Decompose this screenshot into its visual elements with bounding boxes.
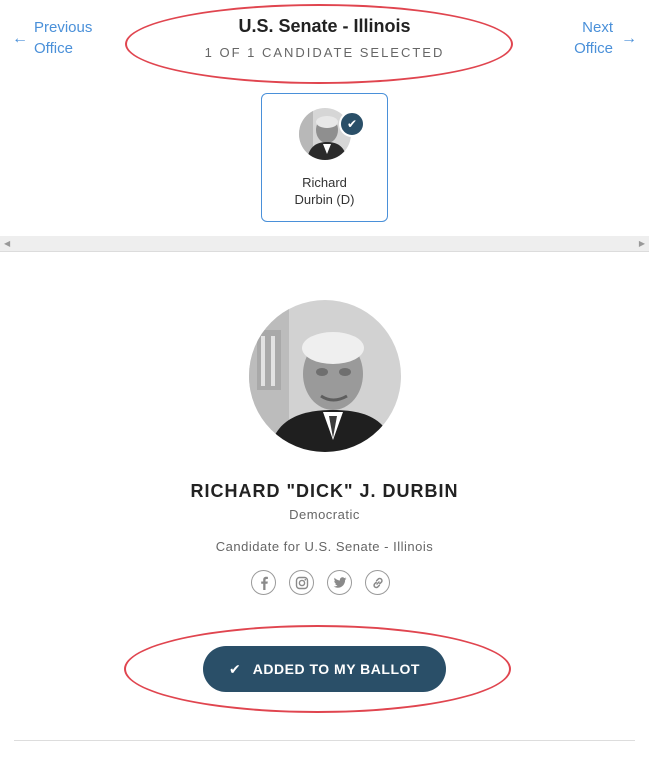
- next-office-label: Next Office: [574, 17, 613, 59]
- horizontal-scrollbar[interactable]: ◀ ▶: [0, 236, 649, 252]
- next-office-line1: Next: [582, 19, 613, 36]
- candidate-card-last: Durbin (D): [294, 192, 355, 207]
- check-icon: ✔: [229, 660, 241, 677]
- facebook-icon[interactable]: [251, 570, 276, 595]
- candidate-card[interactable]: ✔ Richard Durbin (D): [261, 93, 388, 222]
- social-links: [251, 570, 390, 595]
- scroll-right-icon[interactable]: ▶: [639, 236, 645, 251]
- candidate-office: Candidate for U.S. Senate - Illinois: [215, 539, 434, 554]
- link-icon[interactable]: [365, 570, 390, 595]
- instagram-icon[interactable]: [289, 570, 314, 595]
- candidate-card-name: Richard Durbin (D): [262, 174, 387, 208]
- selected-check-icon: ✔: [339, 111, 365, 137]
- next-office-line2: Office: [574, 40, 613, 57]
- arrow-right-icon: →: [621, 29, 637, 47]
- office-header: ← Previous Office U.S. Senate - Illinois…: [0, 0, 649, 90]
- divider: [14, 740, 635, 741]
- office-title: U.S. Senate - Illinois: [238, 16, 411, 36]
- scroll-left-icon[interactable]: ◀: [4, 236, 10, 251]
- added-to-ballot-label: ADDED TO MY BALLOT: [252, 661, 420, 677]
- twitter-icon[interactable]: [327, 570, 352, 595]
- selection-status: 1 OF 1 CANDIDATE SELECTED: [204, 45, 445, 60]
- candidate-party: Democratic: [289, 507, 360, 522]
- candidate-portrait: [249, 300, 401, 452]
- added-to-ballot-button[interactable]: ✔ ADDED TO MY BALLOT: [203, 646, 446, 692]
- candidate-name: RICHARD "DICK" J. DURBIN: [190, 481, 459, 501]
- next-office-link[interactable]: Next Office →: [574, 17, 637, 59]
- candidate-card-first: Richard: [302, 175, 347, 190]
